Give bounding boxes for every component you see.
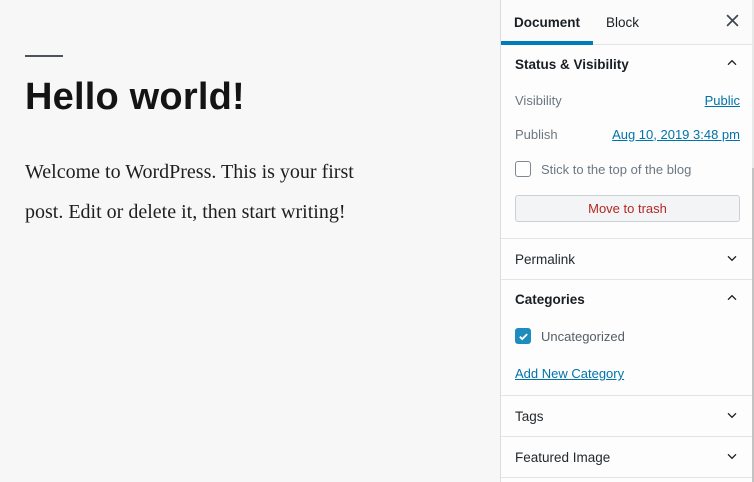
chevron-down-icon [724, 407, 740, 426]
visibility-value-link[interactable]: Public [705, 93, 740, 108]
post-title[interactable]: Hello world! [25, 74, 465, 120]
toolbar-dash [25, 55, 63, 57]
panel-categories-title: Categories [515, 291, 585, 307]
post-paragraph-line: post. Edit or delete it, then start writ… [25, 201, 346, 223]
chevron-up-icon [724, 55, 740, 74]
panel-categories-body: Uncategorized Add New Category [501, 320, 754, 395]
close-icon [725, 14, 739, 30]
add-new-category-link[interactable]: Add New Category [515, 366, 624, 381]
panel-permalink-title: Permalink [515, 251, 576, 267]
post-paragraph[interactable]: Welcome to WordPress. This is your first… [25, 152, 445, 232]
close-sidebar-button[interactable] [710, 0, 754, 44]
editor-canvas[interactable]: Hello world! Welcome to WordPress. This … [0, 0, 500, 482]
wordpress-editor: Hello world! Welcome to WordPress. This … [0, 0, 754, 482]
panel-permalink: Permalink [501, 239, 754, 280]
panel-status-header[interactable]: Status & Visibility [501, 45, 754, 83]
sticky-checkbox-label: Stick to the top of the blog [541, 161, 692, 177]
panel-permalink-header[interactable]: Permalink [501, 239, 754, 279]
panel-tags: Tags [501, 396, 754, 437]
chevron-up-icon [724, 290, 740, 309]
sidebar-tabbar: Document Block [501, 0, 754, 45]
panel-categories-header[interactable]: Categories [501, 280, 754, 318]
settings-sidebar: Document Block Status & Visibility Visib… [500, 0, 754, 482]
publish-date-link[interactable]: Aug 10, 2019 3:48 pm [612, 127, 740, 142]
panel-featured-image: Featured Image [501, 437, 754, 478]
category-checkbox-label: Uncategorized [541, 328, 625, 344]
panel-categories: Categories Uncategorized Add New Categor… [501, 280, 754, 396]
sticky-checkbox-row[interactable]: Stick to the top of the blog [515, 151, 740, 187]
panel-tags-title: Tags [515, 408, 544, 424]
sticky-checkbox[interactable] [515, 161, 531, 177]
panel-tags-header[interactable]: Tags [501, 396, 754, 436]
publish-row: Publish Aug 10, 2019 3:48 pm [515, 117, 740, 151]
panel-status-title: Status & Visibility [515, 56, 629, 72]
tab-block[interactable]: Block [593, 0, 652, 44]
visibility-row: Visibility Public [515, 83, 740, 117]
move-to-trash-button[interactable]: Move to trash [515, 195, 740, 222]
category-checkbox-checked[interactable] [515, 328, 531, 344]
category-checkbox-row[interactable]: Uncategorized [515, 320, 740, 352]
post-paragraph-line: Welcome to WordPress. This is your first [25, 161, 354, 183]
panel-featured-image-title: Featured Image [515, 449, 611, 465]
chevron-down-icon [724, 250, 740, 269]
visibility-label: Visibility [515, 92, 562, 108]
chevron-down-icon [724, 448, 740, 467]
panel-featured-image-header[interactable]: Featured Image [501, 437, 754, 477]
tab-document[interactable]: Document [501, 0, 594, 45]
panel-status-visibility: Status & Visibility Visibility Public Pu… [501, 45, 754, 239]
publish-label: Publish [515, 126, 558, 142]
panel-status-body: Visibility Public Publish Aug 10, 2019 3… [501, 83, 754, 238]
